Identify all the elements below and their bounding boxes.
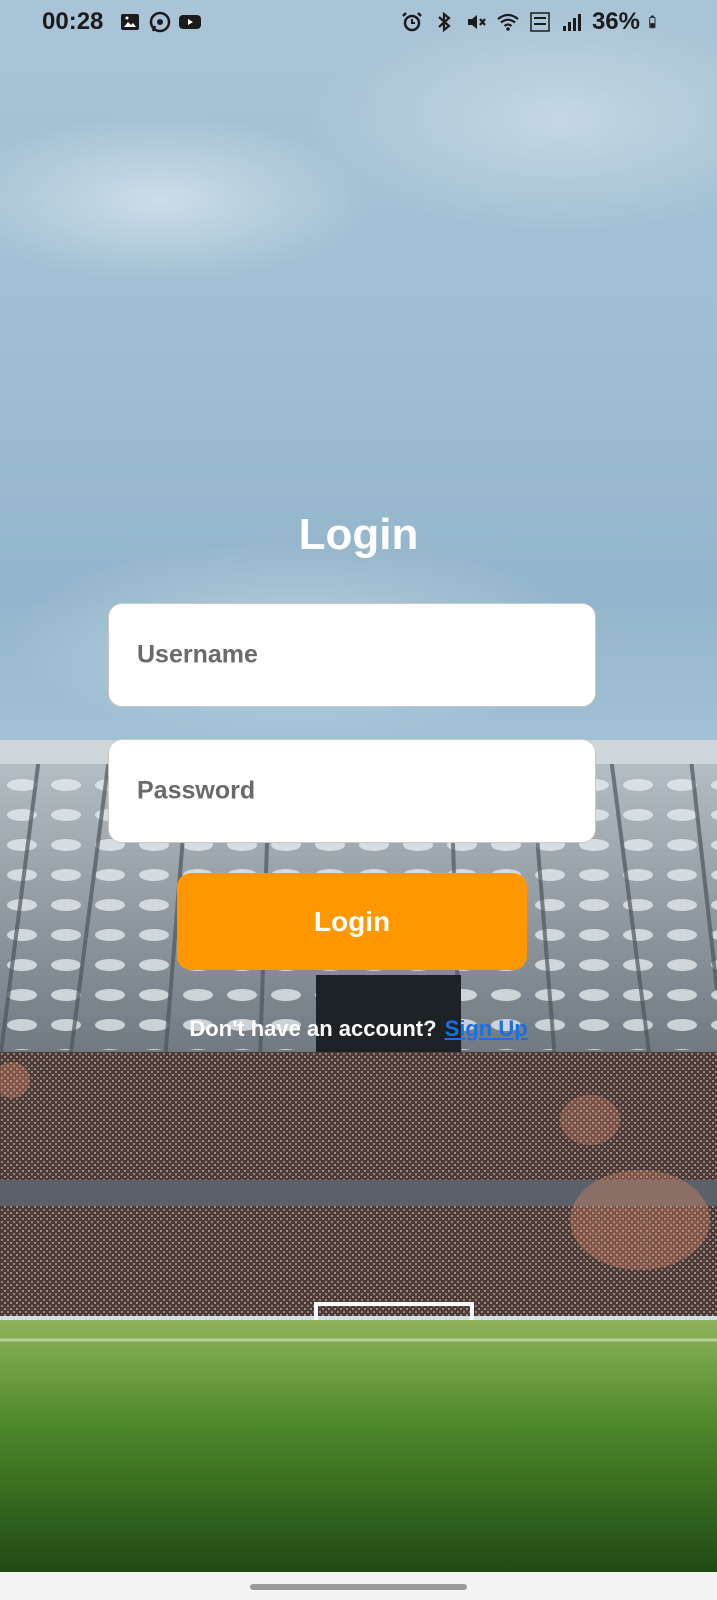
background-stadium (0, 740, 717, 1572)
username-placeholder: Username (137, 640, 258, 669)
volte-icon (530, 12, 550, 32)
battery-percent: 36% (591, 8, 640, 35)
bluetooth-icon (438, 11, 451, 33)
navigation-bar (0, 1572, 717, 1600)
home-gesture-handle[interactable] (250, 1584, 467, 1590)
signup-row: Don't have an account? Sign Up (0, 1016, 717, 1042)
mute-icon (467, 15, 486, 29)
username-input[interactable]: Username (108, 603, 596, 707)
gallery-icon (121, 14, 139, 30)
screen: 00:28 36% Login Username Password Login … (0, 0, 717, 1572)
wifi-icon (497, 13, 519, 31)
system-icons: 36% (400, 8, 662, 36)
status-time: 00:28 (42, 8, 104, 35)
notification-icons (118, 10, 202, 34)
whatsapp-icon (149, 11, 171, 33)
signal-icon (562, 14, 581, 31)
password-placeholder: Password (137, 776, 256, 805)
youtube-icon (179, 15, 201, 29)
password-input[interactable]: Password (108, 739, 596, 843)
signup-prompt: Don't have an account? (189, 1016, 437, 1041)
page-title: Login (298, 510, 419, 559)
battery-icon (649, 15, 656, 29)
signup-link[interactable]: Sign Up (445, 1016, 528, 1041)
alarm-icon (402, 12, 422, 32)
status-bar: 00:28 36% (0, 0, 717, 48)
login-button[interactable]: Login (177, 873, 527, 970)
